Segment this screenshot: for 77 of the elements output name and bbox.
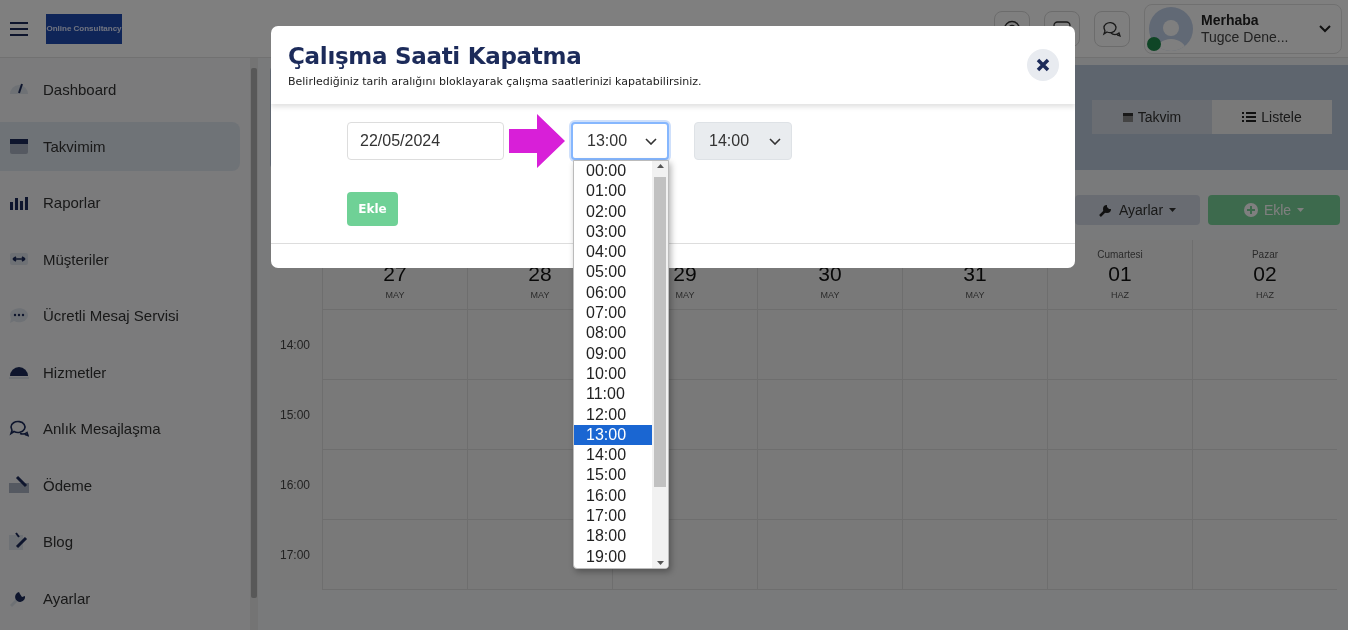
modal-subtitle: Belirlediğiniz tarih aralığını bloklayarak çalışma saatlerinizi kapatabilirsiniz. xyxy=(288,74,703,88)
month-label: MAY xyxy=(675,290,695,300)
plus-circle-icon xyxy=(1243,203,1258,217)
time-option[interactable]: 06:00 xyxy=(574,282,652,304)
month-label: MAY xyxy=(820,290,840,300)
sidebar-item[interactable]: Takvimim xyxy=(0,121,240,171)
time-option[interactable]: 04:00 xyxy=(574,242,652,263)
scrollbar[interactable] xyxy=(652,161,668,568)
time-option[interactable]: 10:00 xyxy=(574,363,652,385)
calendar-icon xyxy=(1122,112,1133,122)
time-option[interactable]: 02:00 xyxy=(574,201,652,222)
month-label: MAY xyxy=(385,290,405,300)
caret-icon xyxy=(1169,208,1177,212)
day-number: 02 xyxy=(1253,262,1277,286)
time-option[interactable]: 12:00 xyxy=(574,404,652,425)
time-option[interactable]: 03:00 xyxy=(574,221,652,243)
weekday-label: Cumartesi xyxy=(1097,249,1143,262)
close-icon xyxy=(1036,58,1050,72)
calendar-icon xyxy=(9,136,29,157)
month-label: MAY xyxy=(530,290,550,300)
time-dropdown-menu[interactable]: 00:00 01:00 02:00 03:00 04:00 05:00 06:00 07:00 08:00 09:00 10:00 11:00 12:00 13:00 14:00 15:00 16:00 17:00 18:00 19:00 xyxy=(573,160,669,569)
chat-bubbles-icon xyxy=(9,418,29,439)
time-option[interactable]: 08:00 xyxy=(574,323,652,344)
greeting: Merhaba xyxy=(1201,11,1260,29)
time-label: 17:00 xyxy=(280,547,311,562)
time-option[interactable]: 15:00 xyxy=(574,465,652,486)
time-option[interactable]: 16:00 xyxy=(574,485,652,507)
scroll-down-icon xyxy=(656,561,664,565)
time-label: 14:00 xyxy=(280,337,311,352)
time-option[interactable]: 17:00 xyxy=(574,506,652,527)
modal-title: Çalışma Saati Kapatma xyxy=(288,42,583,69)
time-option[interactable]: 05:00 xyxy=(574,262,652,283)
view-tab[interactable]: Listele xyxy=(1212,100,1332,134)
caret-icon xyxy=(1297,208,1305,212)
wrench-icon xyxy=(1098,203,1113,217)
user-name: Tugce Dene... xyxy=(1201,28,1290,46)
day-number: 01 xyxy=(1108,262,1132,286)
pointer-arrow xyxy=(509,114,565,168)
menu-icon[interactable] xyxy=(10,20,28,37)
sidebar-item[interactable]: Müşteriler xyxy=(0,234,240,284)
time-option[interactable]: 19:00 xyxy=(574,546,652,567)
start-time-select[interactable]: 13:00 xyxy=(571,122,669,160)
chat-button[interactable] xyxy=(1094,10,1130,47)
chat-icon xyxy=(1102,19,1122,38)
chevron-down-icon xyxy=(769,137,781,145)
time-option[interactable]: 00:00 xyxy=(574,161,652,182)
time-label: 16:00 xyxy=(280,477,311,492)
sidebar-item[interactable]: Dashboard xyxy=(0,65,240,115)
user-menu[interactable]: Merhaba Tugce Dene... xyxy=(1144,3,1342,54)
sidebar-item[interactable]: Blog xyxy=(0,517,240,567)
list-icon xyxy=(1242,111,1257,123)
time-option[interactable]: 13:00 xyxy=(574,424,652,446)
time-option[interactable]: 01:00 xyxy=(574,181,652,202)
sidebar-item[interactable]: Ayarlar xyxy=(0,573,240,623)
time-label: 15:00 xyxy=(280,407,311,422)
time-option[interactable]: 14:00 xyxy=(574,445,652,466)
pencil-icon xyxy=(9,531,29,552)
sidebar-item[interactable]: Ödeme xyxy=(0,460,240,510)
scrollbar[interactable] xyxy=(250,58,258,630)
sidebar-item[interactable]: Raporlar xyxy=(0,178,240,228)
month-label: HAZ xyxy=(1111,290,1129,300)
chat-dots-icon xyxy=(9,305,29,326)
sidebar-item[interactable]: Anlık Mesajlaşma xyxy=(0,404,240,454)
time-option[interactable]: 11:00 xyxy=(574,384,652,405)
weekday-label: Pazar xyxy=(1251,249,1279,262)
sidebar-item[interactable]: Hizmetler xyxy=(0,347,240,397)
time-option[interactable]: 09:00 xyxy=(574,343,652,364)
chevron-down-icon xyxy=(645,137,657,145)
date-field[interactable]: 22/05/2024 xyxy=(347,122,504,160)
month-label: MAY xyxy=(965,290,985,300)
time-option[interactable]: 18:00 xyxy=(574,526,652,547)
close-button[interactable] xyxy=(1027,49,1059,81)
sidebar-item[interactable]: Ücretli Mesaj Servisi xyxy=(0,291,240,341)
time-option[interactable]: 07:00 xyxy=(574,303,652,324)
scroll-up-icon xyxy=(656,164,664,168)
month-label: HAZ xyxy=(1256,290,1274,300)
chevron-down-icon xyxy=(1319,24,1331,33)
